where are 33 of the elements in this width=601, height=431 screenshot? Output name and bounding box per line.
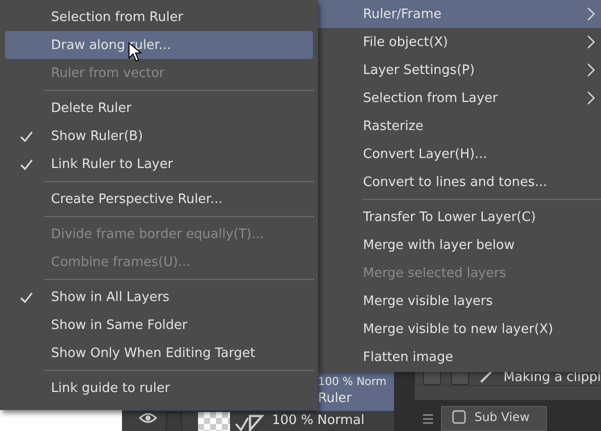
menu-item[interactable]: Convert to lines and tones... (318, 168, 601, 196)
menu-item[interactable]: Delete Ruler (5, 94, 313, 122)
ruler-check-icon (234, 412, 264, 431)
menu-item[interactable]: Convert Layer(H)... (318, 140, 601, 168)
blend-mode-text: 100 % Normal (272, 412, 364, 430)
eye-icon[interactable] (139, 412, 157, 424)
menu-item[interactable]: Selection from Ruler (5, 3, 313, 31)
menu-item[interactable]: Link guide to ruler (5, 374, 313, 402)
menu-item[interactable]: Show Only When Editing Target (5, 339, 313, 367)
sub-view-tab[interactable]: Sub View (441, 406, 547, 431)
menu-item[interactable]: Create Perspective Ruler... (5, 185, 313, 213)
menu-item[interactable]: File object(X) (318, 28, 601, 56)
menu-item[interactable]: Ruler/Frame (318, 0, 601, 28)
menu-item[interactable]: Merge visible layers (318, 287, 601, 315)
menu-item[interactable]: Merge with layer below (318, 231, 601, 259)
layer-name: Ruler (318, 390, 353, 408)
menu-item[interactable]: Selection from Layer (318, 84, 601, 112)
panel-row-text: Making a clippi (503, 370, 601, 385)
menu-item[interactable]: Transfer To Lower Layer(C) (318, 203, 601, 231)
layer-row[interactable]: 100 % Normal (122, 411, 394, 431)
menu-item[interactable]: Flatten image (318, 343, 601, 371)
pencil-icon (479, 370, 494, 384)
menu-item[interactable]: Rasterize (318, 112, 601, 140)
menu-item[interactable]: Show in Same Folder (5, 311, 313, 339)
menu-item[interactable]: Merge visible to new layer(X) (318, 315, 601, 343)
menu-icon[interactable] (423, 414, 434, 424)
menu-item[interactable]: Link Ruler to Layer (5, 150, 313, 178)
menu-item[interactable]: Show in All Layers (5, 283, 313, 311)
menu-item[interactable]: Show Ruler(B) (5, 122, 313, 150)
lock-toggle[interactable] (166, 412, 182, 431)
menu-item[interactable]: Layer Settings(P) (318, 56, 601, 84)
blend-mode-text: 100 % Norm (318, 374, 386, 390)
window-icon (452, 410, 466, 424)
